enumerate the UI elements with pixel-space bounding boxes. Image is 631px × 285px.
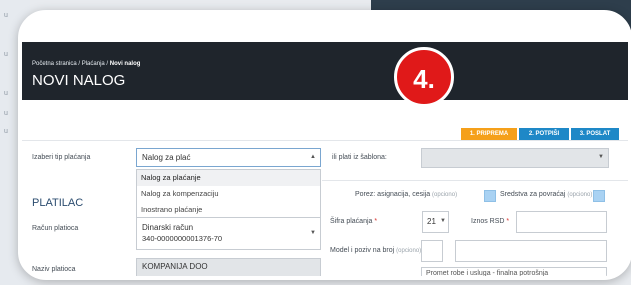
payer-section-title: PLATILAC (32, 197, 84, 209)
divider (22, 140, 628, 141)
step-progress: 1. PRIPREMA 2. POTPIŠI 3. POSLAT (459, 128, 619, 140)
payer-name-field: KOMPANIJA DOO (136, 258, 321, 276)
payer-account-select[interactable]: Dinarski račun 340-0000000001376-70 ▼ (136, 217, 321, 250)
option-foreign-payment[interactable]: Inostrano plaćanje (137, 202, 320, 218)
optional-note: (opciono) (396, 248, 422, 254)
model-reference-label: Model i poziv na broj (opciono) (330, 247, 421, 254)
option-payment-order[interactable]: Nalog za plaćanje (137, 170, 320, 186)
background-text: u (4, 12, 8, 19)
payment-purpose-input[interactable]: Promet robe i usluga - finalna potrošnja (421, 267, 607, 276)
caret-up-icon: ▲ (310, 154, 316, 160)
payment-code-text: Šifra plaćanja (330, 218, 373, 225)
tax-assignment-label: Porez: asignacija, cesija (opciono) (355, 191, 457, 198)
breadcrumb-separator: / (78, 61, 81, 67)
new-order-card: Početna stranica / Plaćanja / Novi nalog… (18, 10, 631, 280)
payer-account-name: Dinarski račun (142, 223, 194, 232)
divider (322, 180, 628, 181)
breadcrumb-payments[interactable]: Plaćanja (82, 61, 105, 67)
required-mark: * (506, 218, 510, 225)
optional-note: (opciono) (432, 192, 458, 198)
payment-code-select[interactable]: 21 ▼ (422, 211, 449, 233)
refund-text: Sredstva za povraćaj (500, 191, 566, 198)
payer-account-number: 340-0000000001376-70 (142, 234, 223, 243)
refund-label: Sredstva za povraćaj (opciono) (500, 191, 592, 198)
optional-note: (opciono) (567, 192, 593, 198)
payment-type-value: Nalog za plać (142, 153, 191, 162)
background-text: u (4, 90, 8, 97)
payment-type-label: Izaberi tip plaćanja (32, 154, 91, 161)
required-mark: * (374, 218, 378, 225)
amount-input[interactable] (516, 211, 607, 233)
caret-down-icon: ▼ (598, 154, 604, 160)
model-reference-text: Model i poziv na broj (330, 247, 395, 254)
payment-code-value: 21 (427, 217, 436, 226)
step-callout-badge: 4. (394, 47, 454, 107)
caret-down-icon: ▼ (310, 230, 316, 236)
step-sign: 2. POTPIŠI (519, 128, 569, 140)
caret-down-icon: ▼ (440, 218, 446, 224)
amount-text: Iznos RSD (471, 218, 505, 225)
reference-number-input[interactable] (455, 240, 607, 262)
payment-code-label: Šifra plaćanja * (330, 218, 377, 225)
breadcrumb-separator: / (106, 61, 109, 67)
model-input[interactable] (421, 240, 443, 262)
background-text: u (4, 110, 8, 117)
payment-type-dropdown: Nalog za plaćanje Nalog za kompenzaciju … (136, 169, 321, 219)
template-label: ili plati iz šablona: (332, 154, 387, 161)
template-select[interactable]: ▼ (421, 148, 609, 168)
page-title: NOVI NALOG (32, 72, 126, 89)
payer-name-label: Naziv platioca (32, 266, 76, 273)
breadcrumb-home[interactable]: Početna stranica (32, 61, 77, 67)
background-text: u (4, 128, 8, 135)
payer-account-label: Račun platioca (32, 225, 79, 232)
step-prepare: 1. PRIPREMA (461, 128, 517, 140)
tax-assignment-text: Porez: asignacija, cesija (355, 191, 431, 198)
payment-type-select[interactable]: Nalog za plać ▲ (136, 148, 321, 167)
step-sent: 3. POSLAT (571, 128, 619, 140)
background-text: u (4, 51, 8, 58)
tax-assignment-checkbox[interactable] (484, 190, 496, 202)
breadcrumb: Početna stranica / Plaćanja / Novi nalog (32, 61, 140, 67)
page-header-banner (22, 42, 628, 100)
breadcrumb-current: Novi nalog (109, 61, 141, 67)
refund-checkbox[interactable] (593, 190, 605, 202)
amount-label: Iznos RSD * (471, 218, 509, 225)
option-compensation-order[interactable]: Nalog za kompenzaciju (137, 186, 320, 202)
